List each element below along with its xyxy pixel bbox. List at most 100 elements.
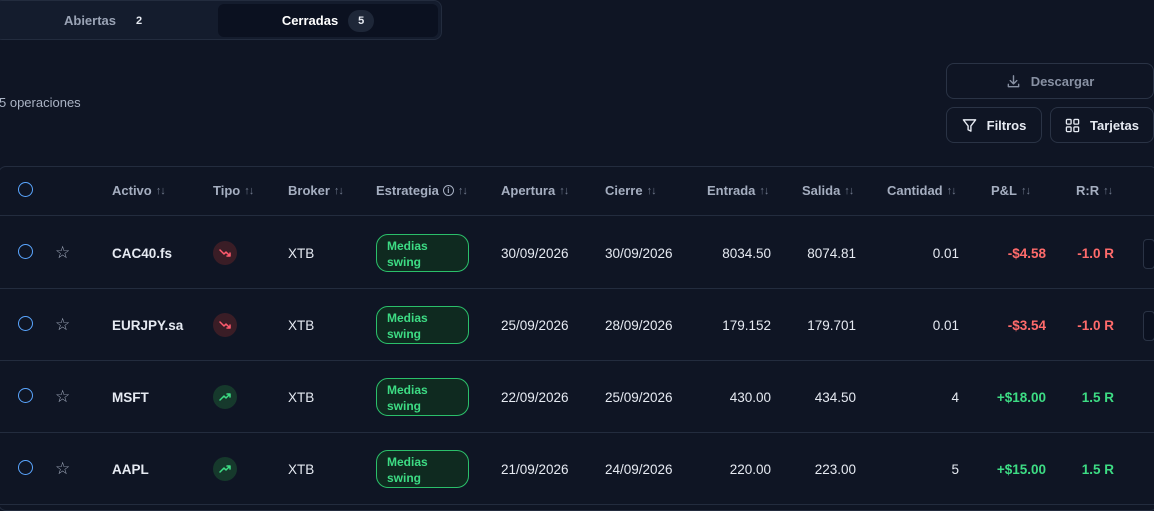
cell-asset[interactable]: MSFT (112, 361, 149, 433)
tab-abiertas-count: 2 (135, 14, 143, 27)
cell-broker: XTB (288, 317, 315, 333)
star-icon[interactable]: ☆ (55, 361, 70, 433)
sort-icon: ↑↓ (1103, 184, 1113, 197)
filters-button[interactable]: Filtros (946, 107, 1042, 143)
header-entry[interactable]: Entrada ↑↓ (707, 183, 769, 198)
header-exit-label: Salida (802, 183, 841, 198)
cell-quantity: 0.01 (932, 317, 959, 333)
table-row[interactable]: ☆ EURJPY.sa XTB Medias swing 25/09/2026 28/09… (0, 289, 1154, 361)
grid-icon (1065, 118, 1080, 133)
info-icon: i (442, 185, 454, 196)
cell-pnl: +$18.00 (996, 389, 1046, 405)
tab-cerradas[interactable]: Cerradas 5 (218, 4, 438, 37)
row-checkbox[interactable] (18, 388, 33, 403)
cell-open: 22/09/2026 (501, 389, 569, 405)
cell-broker: XTB (288, 461, 315, 477)
cell-strategy: Medias swing (376, 433, 469, 505)
cell-open: 30/09/2026 (501, 245, 569, 261)
cell-open: 21/09/2026 (501, 461, 569, 477)
header-rr[interactable]: R:R ↑↓ (1076, 183, 1113, 198)
operations-count: 5 operaciones (0, 95, 81, 110)
strategy-badge: Medias swing (376, 378, 469, 416)
cell-type (213, 289, 237, 361)
cell-strategy: Medias swing (376, 289, 469, 361)
cell-entry: 430.00 (729, 389, 771, 405)
sort-icon: ↑↓ (457, 184, 468, 197)
row-action-button[interactable] (1143, 239, 1154, 269)
header-type[interactable]: Tipo ↑↓ (213, 183, 254, 198)
cell-type (213, 361, 237, 433)
header-broker-label: Broker (288, 183, 330, 198)
header-asset[interactable]: Activo ↑↓ (112, 183, 166, 198)
star-icon[interactable]: ☆ (55, 433, 70, 505)
cell-broker: XTB (288, 245, 315, 261)
sort-icon: ↑↓ (844, 184, 854, 197)
cell-exit: 8074.81 (807, 245, 856, 261)
cell-asset[interactable]: EURJPY.sa (112, 289, 183, 361)
sort-icon: ↑↓ (759, 184, 769, 197)
status-tabs: Abiertas 2 Cerradas 5 (0, 0, 442, 40)
cell-exit: 179.701 (807, 317, 856, 333)
download-label: Descargar (1030, 73, 1095, 89)
row-checkbox[interactable] (18, 460, 33, 475)
cell-quantity: 4 (951, 389, 959, 405)
cell-close: 30/09/2026 (605, 245, 673, 261)
header-strategy-label: Estrategia (376, 183, 439, 198)
table-row[interactable]: ☆ CAC40.fs XTB Medias swing 30/09/2026 30/09/… (0, 217, 1154, 289)
cell-pnl: -$4.58 (1007, 245, 1046, 261)
cell-rr: -1.0 R (1077, 245, 1114, 261)
header-exit[interactable]: Salida ↑↓ (802, 183, 854, 198)
star-icon[interactable]: ☆ (55, 217, 70, 289)
header-close[interactable]: Cierre ↑↓ (605, 183, 657, 198)
row-action-button[interactable] (1143, 311, 1154, 341)
cell-open: 25/09/2026 (501, 317, 569, 333)
header-pnl[interactable]: P&L ↑↓ (991, 183, 1031, 198)
trend-up-icon (213, 457, 237, 481)
cell-broker: XTB (288, 389, 315, 405)
tab-cerradas-label: Cerradas (281, 13, 339, 28)
cards-label: Tarjetas (1090, 117, 1139, 133)
select-all-checkbox[interactable] (18, 182, 33, 197)
table-row[interactable]: ☆ MSFT XTB Medias swing 22/09/2026 25/09/2026… (0, 361, 1154, 433)
cell-rr: 1.5 R (1081, 389, 1114, 405)
sort-icon: ↑↓ (946, 184, 957, 197)
header-open-label: Apertura (501, 183, 556, 198)
filters-label: Filtros (986, 117, 1027, 133)
row-checkbox[interactable] (18, 244, 33, 259)
tab-abiertas-label: Abiertas (63, 13, 117, 28)
header-open[interactable]: Apertura ↑↓ (501, 183, 569, 198)
header-pnl-label: P&L (991, 183, 1017, 198)
header-broker[interactable]: Broker ↑↓ (288, 183, 344, 198)
cell-strategy: Medias swing (376, 361, 469, 433)
cell-strategy: Medias swing (376, 217, 469, 289)
header-quantity[interactable]: Cantidad ↑↓ (887, 183, 957, 198)
cell-entry: 8034.50 (722, 245, 771, 261)
header-type-label: Tipo (213, 183, 241, 198)
tab-abiertas[interactable]: Abiertas 2 (0, 4, 218, 37)
trades-table: Activo ↑↓ Tipo ↑↓ Broker ↑↓ Estrategia i ↑↓ A… (0, 166, 1154, 511)
trend-down-icon (213, 241, 237, 265)
sort-icon: ↑↓ (646, 184, 657, 197)
cell-type (213, 217, 237, 289)
filter-icon (962, 118, 977, 133)
cell-type (213, 433, 237, 505)
header-strategy[interactable]: Estrategia i ↑↓ (376, 183, 468, 198)
cell-asset[interactable]: CAC40.fs (112, 217, 172, 289)
star-icon[interactable]: ☆ (55, 289, 70, 361)
table-row[interactable]: ☆ AAPL XTB Medias swing 21/09/2026 24/09/2026… (0, 433, 1154, 505)
download-button[interactable]: Descargar (946, 63, 1154, 99)
cell-close: 25/09/2026 (605, 389, 673, 405)
header-rr-label: R:R (1076, 183, 1100, 198)
sort-icon: ↑↓ (1021, 184, 1031, 197)
cell-entry: 220.00 (729, 461, 771, 477)
header-asset-label: Activo (112, 183, 152, 198)
cell-quantity: 0.01 (932, 245, 959, 261)
cell-pnl: +$15.00 (996, 461, 1046, 477)
strategy-badge: Medias swing (376, 234, 469, 272)
header-quantity-label: Cantidad (887, 183, 943, 198)
row-checkbox[interactable] (18, 316, 33, 331)
cell-asset[interactable]: AAPL (112, 433, 149, 505)
cell-rr: -1.0 R (1077, 317, 1114, 333)
sort-icon: ↑↓ (155, 184, 166, 197)
cards-view-button[interactable]: Tarjetas (1050, 107, 1154, 143)
